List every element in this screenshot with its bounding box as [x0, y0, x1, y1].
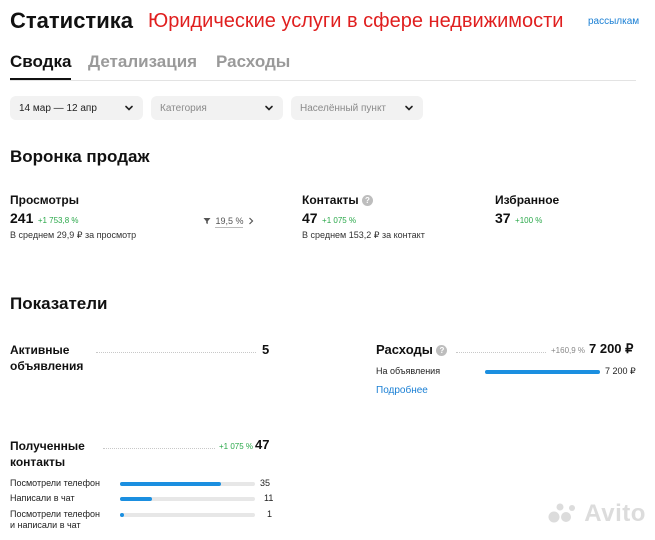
avito-logo-icon	[548, 503, 575, 523]
active-ads-label-line2: объявления	[10, 359, 84, 373]
contacts-value: 47	[302, 210, 318, 226]
tab-expenses[interactable]: Расходы	[216, 52, 290, 72]
contact-row-bar-fill	[120, 497, 152, 501]
more-details-link[interactable]: Подробнее	[376, 385, 428, 396]
city-placeholder: Населённый пункт	[300, 102, 387, 114]
active-ads-label-line1: Активные	[10, 343, 70, 357]
funnel-title: Воронка продаж	[10, 147, 150, 166]
expenses-row-value: 7 200 ₽	[605, 366, 636, 376]
contacts-sub: В среднем 153,2 ₽ за контакт	[302, 230, 425, 240]
contacts-value-row: 47 +1 075 %	[302, 210, 356, 228]
category-placeholder: Категория	[160, 102, 207, 114]
help-icon[interactable]: ?	[361, 195, 373, 206]
leader-dots	[103, 448, 215, 449]
active-ads-label: Активные объявления	[10, 342, 83, 374]
leader-dots	[456, 352, 546, 353]
views-value-row: 241 +1 753,8 %	[10, 210, 79, 228]
period-select[interactable]: 14 мар — 12 апр	[10, 96, 143, 120]
mailing-link[interactable]: рассылкам	[588, 16, 639, 27]
expenses-bar	[485, 370, 600, 374]
contact-row-bar-fill	[120, 513, 124, 517]
contact-row-value: 11	[264, 493, 274, 503]
contacts-received-delta: +1 075 %	[219, 442, 254, 451]
contact-row-bar	[120, 482, 255, 486]
leader-dots	[96, 352, 256, 353]
contact-row-bar	[120, 497, 255, 501]
city-select[interactable]: Населённый пункт	[291, 96, 423, 120]
watermark-text: Avito	[584, 500, 646, 527]
conversion-badge[interactable]: 19,5 %	[203, 211, 254, 229]
contact-row-label-line1: Посмотрели телефон	[10, 509, 100, 519]
contact-row-label: Посмотрели телефон и написали в чат	[10, 509, 100, 531]
category-select[interactable]: Категория	[151, 96, 283, 120]
expenses-row-label: На объявления	[376, 366, 441, 376]
contacts-received-label: Полученные контакты	[10, 438, 85, 470]
tab-bar: Сводка Детализация Расходы	[10, 50, 636, 81]
help-icon[interactable]: ?	[436, 345, 448, 356]
views-sub: В среднем 29,9 ₽ за просмотр	[10, 230, 137, 240]
contacts-received-value: 47	[255, 437, 270, 452]
avito-watermark: Avito	[548, 500, 646, 528]
chevron-down-icon	[125, 105, 133, 111]
views-value: 241	[10, 210, 34, 226]
chevron-down-icon	[405, 105, 413, 111]
tab-details[interactable]: Детализация	[88, 52, 197, 72]
contacts-label-row: Контакты ?	[302, 193, 373, 207]
filter-icon	[203, 218, 211, 224]
views-label: Просмотры	[10, 193, 80, 207]
expenses-label-row: Расходы ?	[376, 342, 448, 357]
favorites-label: Избранное	[495, 193, 560, 207]
contact-row-value: 35	[260, 478, 271, 488]
contacts-delta: +1 075 %	[322, 216, 357, 225]
views-delta: +1 753,8 %	[37, 216, 79, 225]
expenses-value: 7 200 ₽	[589, 341, 634, 356]
tab-summary[interactable]: Сводка	[10, 52, 72, 80]
favorites-value: 37	[495, 210, 511, 226]
active-ads-value: 5	[262, 342, 270, 357]
contact-row-label: Посмотрели телефон	[10, 478, 100, 488]
expenses-bar-fill	[485, 370, 600, 374]
contact-row-value: 1	[267, 509, 273, 519]
expenses-delta: +160,9 %	[551, 346, 586, 355]
contacts-label: Контакты	[302, 193, 359, 207]
overlay-title: Юридические услуги в сфере недвижимости	[148, 10, 564, 32]
expenses-label: Расходы	[376, 342, 433, 357]
favorites-value-row: 37 +100 %	[495, 210, 542, 228]
chevron-down-icon	[265, 105, 273, 111]
contact-row-label: Написали в чат	[10, 493, 75, 503]
contacts-received-label-line2: контакты	[10, 455, 66, 469]
conversion-value: 19,5 %	[215, 216, 244, 228]
page-title: Статистика	[10, 8, 133, 33]
contact-row-label-line2: и написали в чат	[10, 520, 81, 530]
contact-row-bar	[120, 513, 255, 517]
indicators-title: Показатели	[10, 294, 108, 313]
contacts-received-label-line1: Полученные	[10, 439, 85, 453]
contact-row-bar-fill	[120, 482, 221, 486]
period-value: 14 мар — 12 апр	[19, 102, 97, 114]
favorites-delta: +100 %	[515, 216, 543, 225]
chevron-right-icon	[249, 217, 254, 225]
